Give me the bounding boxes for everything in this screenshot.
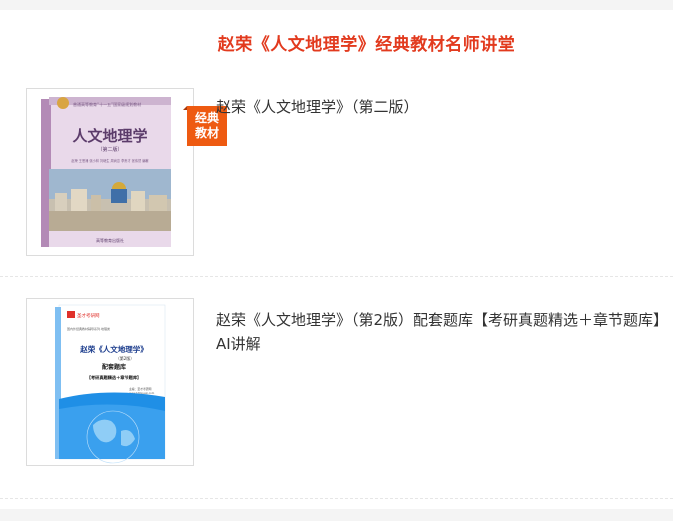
list-item: 圣才考研网 国内外经典教材辅导系列·地理类 赵荣《人文地理学》 （第2版） 配套… xyxy=(0,288,673,498)
cover-subtitle: 配套题库 xyxy=(102,363,126,371)
cover-series-text: 普通高等教育“十一五”国家级规划教材 xyxy=(73,101,141,107)
divider xyxy=(0,498,673,499)
item-title-line1: 赵荣《人文地理学》（第2版）配套题库【考研真题精选＋章节题库】 xyxy=(216,311,669,329)
cover-publisher: 高等教育出版社 xyxy=(96,237,124,243)
book-cover-image: 普通高等教育“十一五”国家级规划教材 人文地理学 （第二版） 赵荣 王恩涌 张小… xyxy=(41,97,171,247)
series-logo xyxy=(57,97,69,109)
divider xyxy=(0,276,673,277)
textbook-panel: 赵荣《人文地理学》经典教材名师讲堂 普通高等教育“十一五”国家级规划教材 人文地… xyxy=(0,10,673,509)
item-title-link[interactable]: 赵荣《人文地理学》（第二版） xyxy=(216,95,673,119)
cover-edition: （第二版） xyxy=(97,146,122,153)
cover-main-title: 赵荣《人文地理学》 xyxy=(79,344,148,354)
book-cover-renwen-dilixue[interactable]: 普通高等教育“十一五”国家级规划教材 人文地理学 （第二版） 赵荣 王恩涌 张小… xyxy=(26,88,227,256)
item-title-line2: AI讲解 xyxy=(216,335,261,353)
list-item: 普通高等教育“十一五”国家级规划教材 人文地理学 （第二版） 赵荣 王恩涌 张小… xyxy=(0,75,673,276)
section-title: 赵荣《人文地理学》经典教材名师讲堂 xyxy=(217,35,516,55)
cover-bracket-line: 【考研真题精选＋章节题库】 xyxy=(87,374,141,381)
book-cover-image: 圣才考研网 国内外经典教材辅导系列·地理类 赵荣《人文地理学》 （第2版） 配套… xyxy=(55,304,166,464)
book-cover-tiku[interactable]: 圣才考研网 国内外经典教材辅导系列·地理类 赵荣《人文地理学》 （第2版） 配套… xyxy=(26,298,194,466)
item-title-link[interactable]: 赵荣《人文地理学》（第2版）配套题库【考研真题精选＋章节题库】 AI讲解 xyxy=(216,308,673,356)
cover-authors: 赵荣 王恩涌 张小林 刘继生 周尚意 李贵才 张伟然 编著 xyxy=(71,158,148,163)
brand-logo xyxy=(67,311,75,318)
cover-series-text: 国内外经典教材辅导系列·地理类 xyxy=(67,326,110,331)
cover-editor: 主编：圣才考研网 xyxy=(129,387,152,391)
cover-edition: （第2版） xyxy=(116,355,135,361)
cover-brand: 圣才考研网 xyxy=(77,312,100,319)
cover-main-title: 人文地理学 xyxy=(72,127,147,145)
